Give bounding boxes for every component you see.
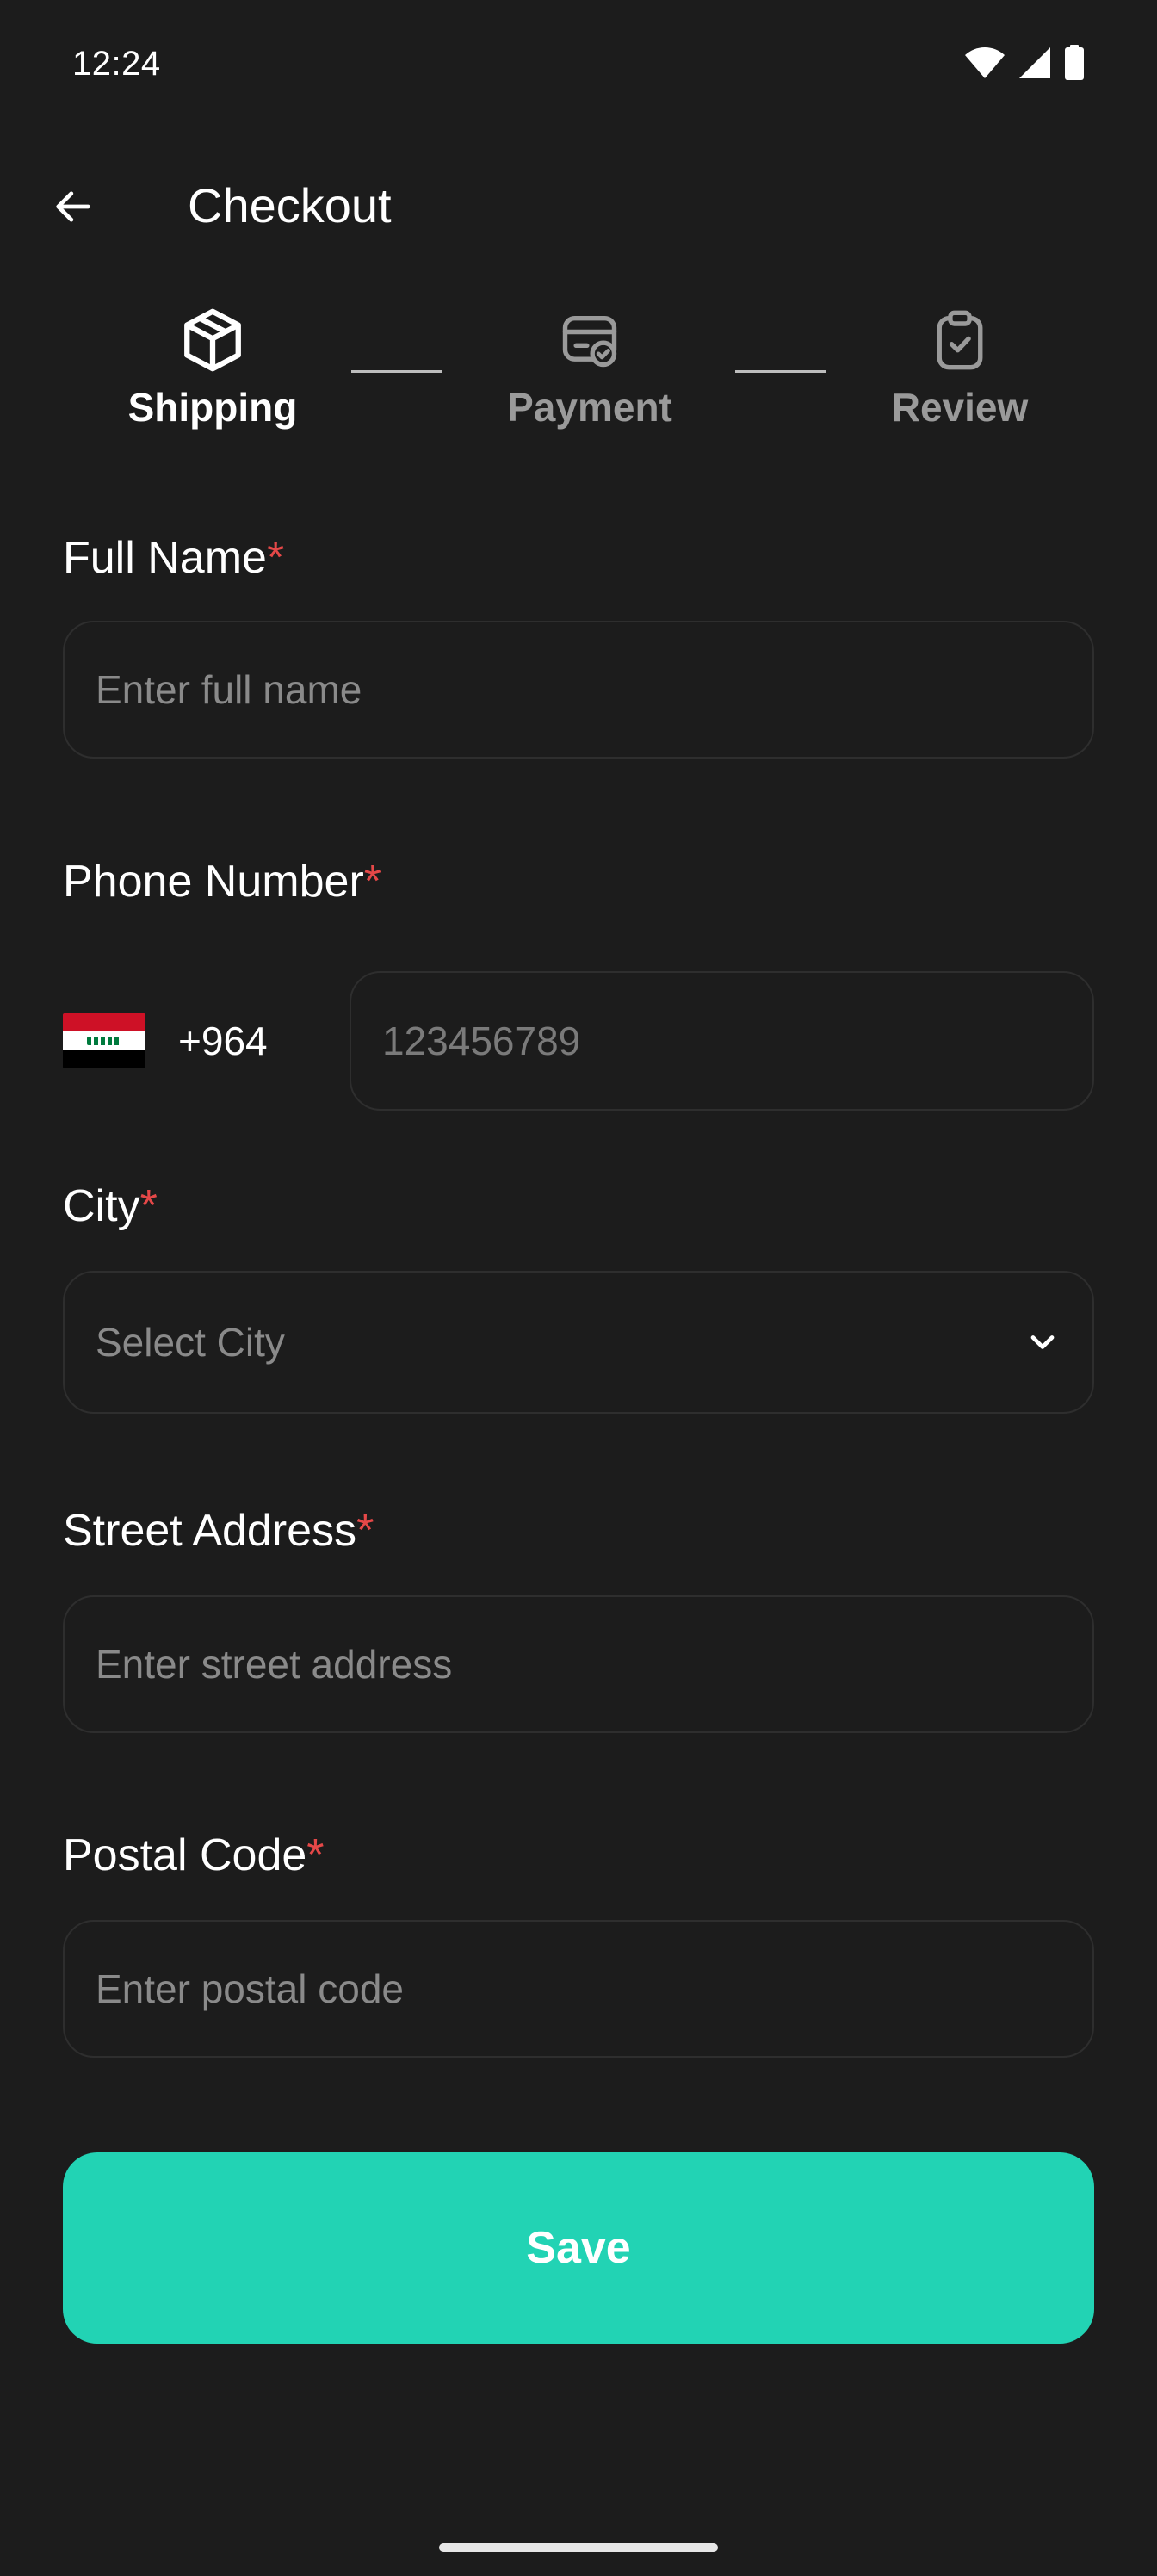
required-mark: * bbox=[139, 1181, 158, 1231]
wifi-icon bbox=[965, 47, 1005, 78]
page-title: Checkout bbox=[188, 178, 392, 232]
required-mark: * bbox=[306, 1830, 325, 1880]
card-check-icon bbox=[551, 301, 628, 379]
required-mark: * bbox=[363, 857, 382, 907]
postal-code-label-text: Postal Code bbox=[63, 1830, 307, 1880]
full-name-field bbox=[63, 621, 1094, 759]
step-label-payment: Payment bbox=[507, 385, 672, 430]
city-label: City* bbox=[63, 1180, 158, 1232]
city-select-value: Select City bbox=[96, 1320, 285, 1365]
home-indicator[interactable] bbox=[439, 2543, 718, 2552]
app-bar: Checkout bbox=[0, 155, 1157, 258]
step-connector bbox=[735, 370, 826, 373]
status-icons bbox=[964, 45, 1085, 81]
required-mark: * bbox=[356, 1506, 374, 1556]
box-icon bbox=[174, 301, 251, 379]
phone-row: +964 bbox=[63, 971, 1094, 1111]
phone-input[interactable] bbox=[351, 973, 1092, 1109]
iraq-flag-icon bbox=[63, 1013, 145, 1068]
step-payment[interactable]: Payment bbox=[482, 301, 697, 430]
save-button-label: Save bbox=[526, 2223, 631, 2273]
phone-number-label: Phone Number* bbox=[63, 856, 381, 907]
status-time: 12:24 bbox=[72, 45, 161, 83]
phone-number-label-text: Phone Number bbox=[63, 857, 364, 907]
step-connector bbox=[351, 370, 442, 373]
step-review[interactable]: Review bbox=[861, 301, 1059, 430]
signal-icon bbox=[1019, 47, 1050, 78]
street-address-label: Street Address* bbox=[63, 1505, 374, 1557]
phone-field bbox=[350, 971, 1094, 1111]
postal-code-field bbox=[63, 1920, 1094, 2058]
city-select[interactable]: Select City bbox=[63, 1271, 1094, 1414]
dial-code: +964 bbox=[178, 1019, 268, 1063]
status-bar: 12:24 bbox=[0, 0, 1157, 129]
step-shipping[interactable]: Shipping bbox=[110, 301, 315, 430]
required-mark: * bbox=[266, 533, 285, 583]
full-name-input[interactable] bbox=[65, 622, 1092, 757]
street-address-label-text: Street Address bbox=[63, 1506, 357, 1556]
full-name-label-text: Full Name bbox=[63, 533, 267, 583]
step-label-review: Review bbox=[891, 385, 1029, 430]
back-button[interactable] bbox=[34, 172, 112, 241]
clipboard-check-icon bbox=[921, 301, 999, 379]
chevron-down-icon bbox=[1030, 1335, 1055, 1349]
country-code-picker[interactable]: +964 bbox=[63, 971, 321, 1111]
postal-code-label: Postal Code* bbox=[63, 1830, 325, 1881]
save-button[interactable]: Save bbox=[63, 2152, 1094, 2344]
full-name-label: Full Name* bbox=[63, 532, 284, 584]
battery-icon bbox=[1065, 45, 1084, 80]
arrow-left-icon bbox=[56, 191, 90, 222]
street-address-field bbox=[63, 1595, 1094, 1733]
postal-code-input[interactable] bbox=[65, 1922, 1092, 2056]
checkout-stepper: Shipping Payment Review bbox=[0, 301, 1157, 448]
city-label-text: City bbox=[63, 1181, 140, 1231]
step-label-shipping: Shipping bbox=[127, 385, 298, 430]
street-address-input[interactable] bbox=[65, 1597, 1092, 1731]
